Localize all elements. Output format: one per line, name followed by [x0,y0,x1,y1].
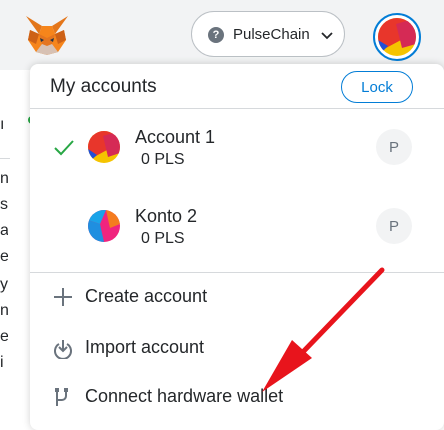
metamask-fox-logo[interactable] [24,14,70,56]
background-text: a [0,222,8,239]
account-identicon [378,18,416,56]
network-selector[interactable]: ? PulseChain [191,11,345,57]
account-badge[interactable]: P [376,129,412,165]
account-balance: 0 PLS [141,151,185,168]
app-header: ? PulseChain [0,0,444,70]
divider [30,108,444,109]
background-page-content: ı n s a e y n e i [0,70,28,430]
background-text: i [0,354,4,371]
divider [30,272,444,273]
hardware-wallet-icon [55,388,68,406]
account-badge[interactable]: P [376,208,412,244]
import-account-button[interactable]: Import account [30,328,444,368]
background-text: e [0,248,8,265]
background-text: ı [0,116,5,133]
question-icon: ? [208,27,224,43]
background-divider [0,158,10,159]
account-name: Account 1 [135,127,216,147]
background-text: n [0,302,8,319]
account-balance: 0 PLS [141,230,185,247]
background-text: n [0,170,8,187]
background-text: e [0,328,8,345]
connect-hardware-wallet-label: Connect hardware wallet [85,386,284,406]
account-1-identicon [88,131,120,163]
account-menu: My accounts Lock Account 1 0 PLS P Konto… [30,64,444,430]
import-icon [54,340,72,359]
plus-icon [54,288,72,306]
network-label: PulseChain [233,26,310,43]
account-item-1[interactable]: Account 1 0 PLS P [30,124,444,202]
create-account-label: Create account [85,286,208,306]
lock-button[interactable]: Lock [341,71,413,103]
check-icon [54,140,74,156]
background-text: s [0,196,8,213]
account-item-2[interactable]: Konto 2 0 PLS P [30,203,444,281]
menu-title: My accounts [50,76,157,97]
create-account-button[interactable]: Create account [30,277,444,317]
background-text: y [0,276,8,293]
chevron-down-icon [321,32,333,40]
account-2-identicon [88,210,120,242]
connect-hardware-wallet-button[interactable]: Connect hardware wallet [30,377,444,417]
account-name: Konto 2 [135,206,198,226]
account-avatar-button[interactable] [373,13,421,61]
import-account-label: Import account [85,337,205,357]
